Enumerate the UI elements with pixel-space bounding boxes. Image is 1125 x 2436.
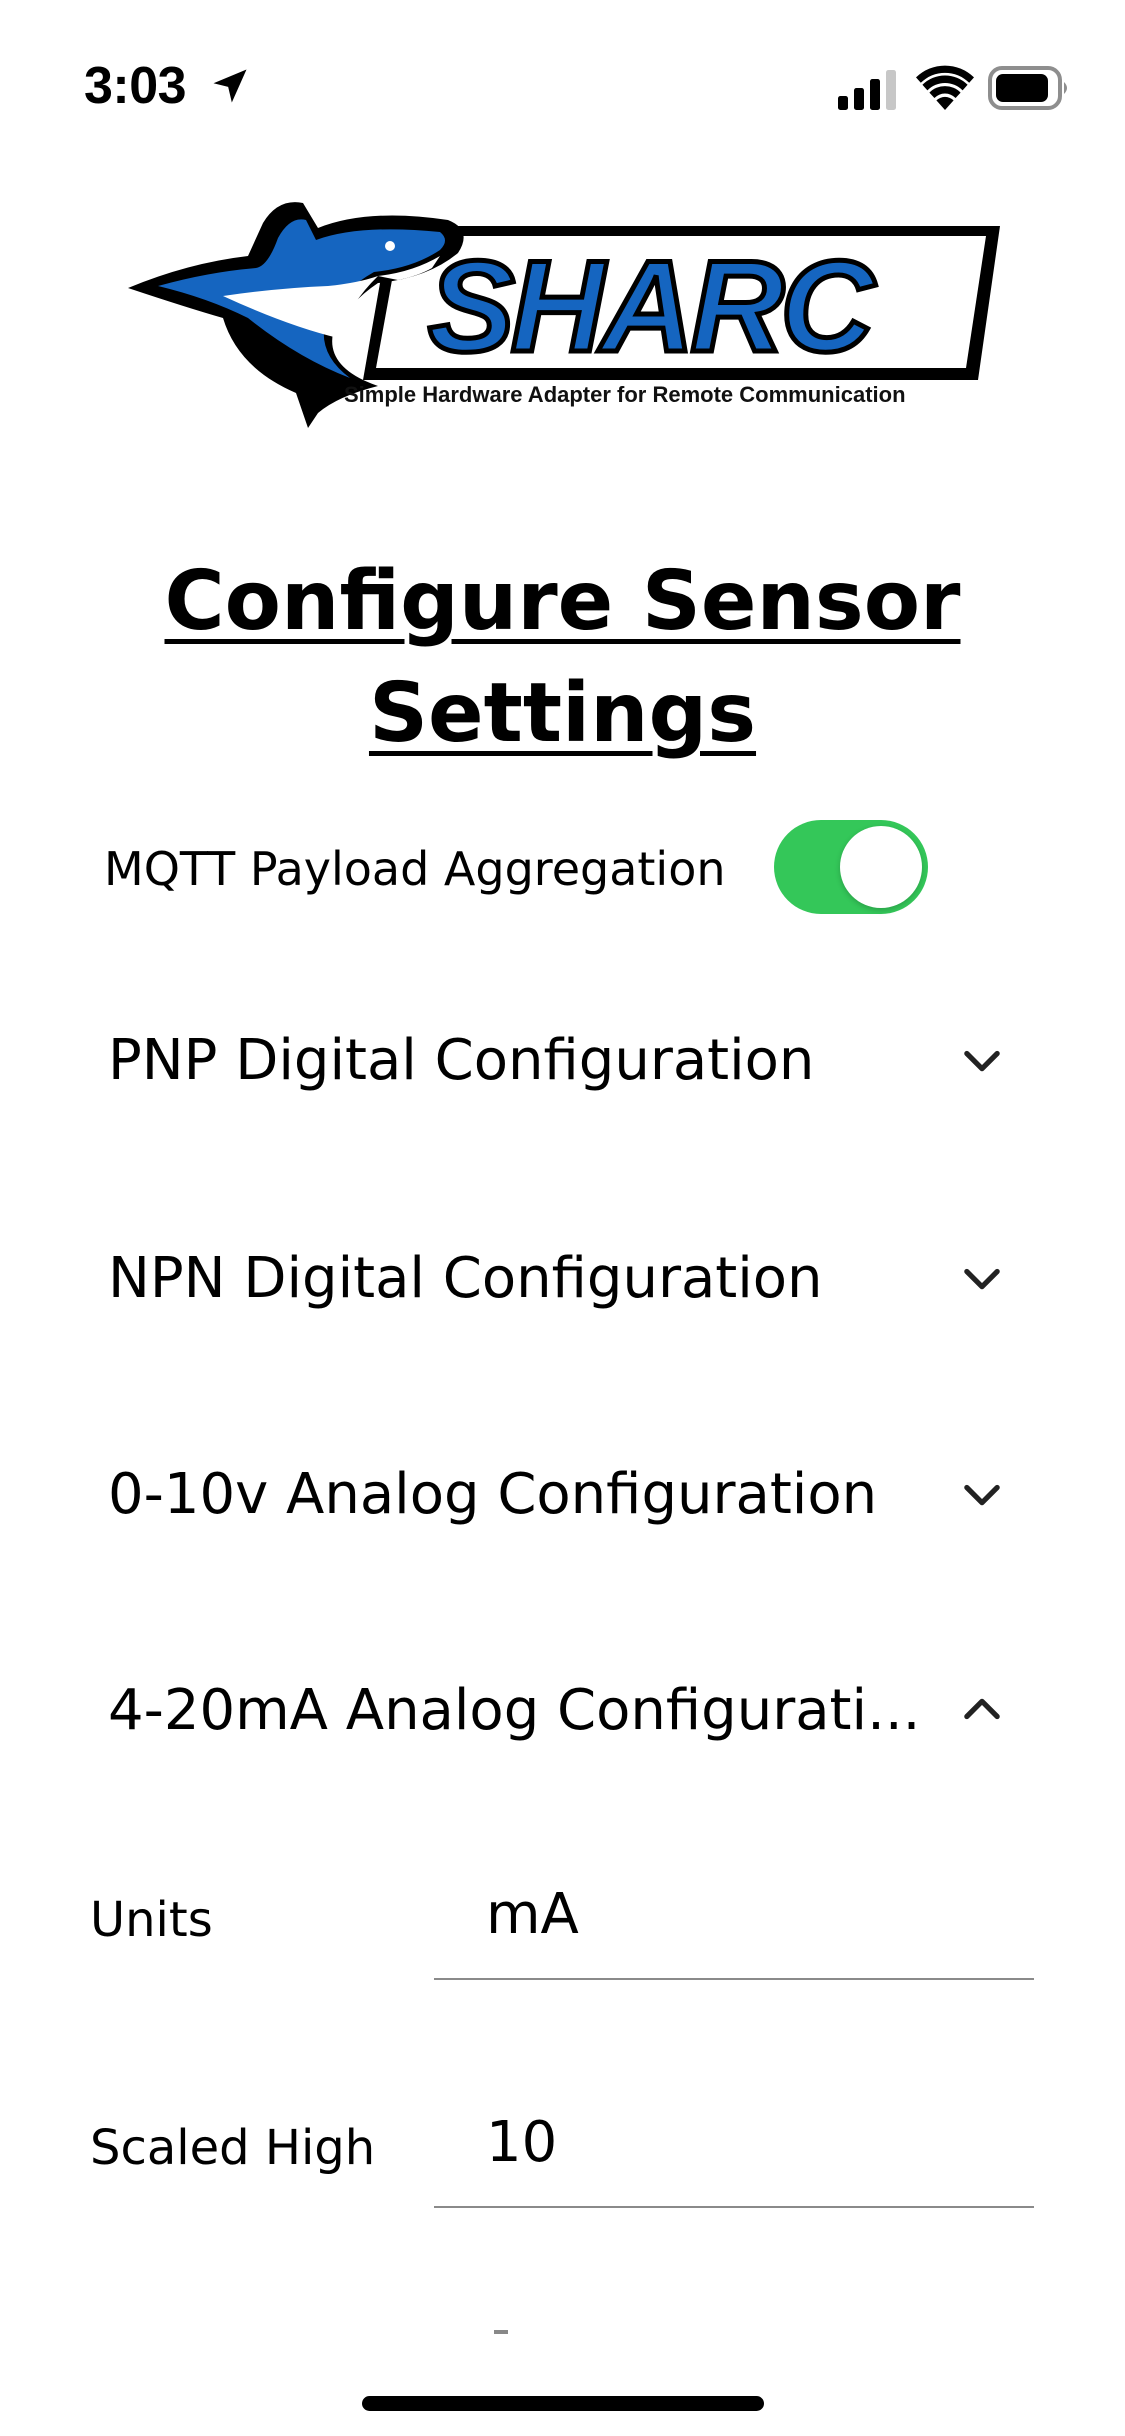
chevron-up-icon [964,1698,1000,1720]
status-time: 3:03 [84,57,187,115]
chevron-down-icon [964,1268,1000,1290]
section-4-20ma-analog-label: 4-20mA Analog Configurati... [108,1678,921,1743]
units-input[interactable] [434,1850,1034,1980]
scaled-high-field-row: Scaled High [90,2078,1035,2238]
chevron-down-icon [964,1484,1000,1506]
page-title-line-2: Settings [368,666,757,761]
configure-sensor-settings-screen: 3:03 SHARC Simple Hardware Adapter for R… [0,0,1125,2436]
section-0-10v-analog-label: 0-10v Analog Configuration [108,1462,878,1527]
toggle-knob [840,826,922,908]
section-npn-digital-label: NPN Digital Configuration [108,1246,823,1311]
mqtt-payload-aggregation-row: MQTT Payload Aggregation [104,820,944,916]
location-arrow-icon [213,69,247,103]
page-title: Configure Sensor Settings [0,546,1125,770]
scaled-high-input[interactable] [434,2078,1034,2208]
section-0-10v-analog[interactable]: 0-10v Analog Configuration [108,1444,1008,1544]
wifi-icon [916,65,974,110]
chevron-down-icon [964,1050,1000,1072]
scaled-high-label: Scaled High [90,2120,376,2176]
status-bar: 3:03 [0,0,1125,140]
units-field-row: Units [90,1850,1035,2010]
battery-icon [988,66,1067,110]
section-4-20ma-analog[interactable]: 4-20mA Analog Configurati... [108,1660,1008,1760]
section-pnp-digital-label: PNP Digital Configuration [108,1028,815,1093]
section-pnp-digital[interactable]: PNP Digital Configuration [108,1010,1008,1110]
page-title-line-1: Configure Sensor [164,554,961,649]
logo-caption: Simple Hardware Adapter for Remote Commu… [344,382,906,407]
mqtt-payload-aggregation-label: MQTT Payload Aggregation [104,842,726,896]
logo-wordmark: SHARC [428,233,876,379]
section-npn-digital[interactable]: NPN Digital Configuration [108,1228,1008,1328]
mqtt-payload-aggregation-toggle[interactable] [774,820,928,914]
cellular-signal-icon [838,70,896,110]
cut-off-content [494,2330,508,2334]
units-label: Units [90,1892,213,1948]
home-indicator[interactable] [362,2396,764,2411]
